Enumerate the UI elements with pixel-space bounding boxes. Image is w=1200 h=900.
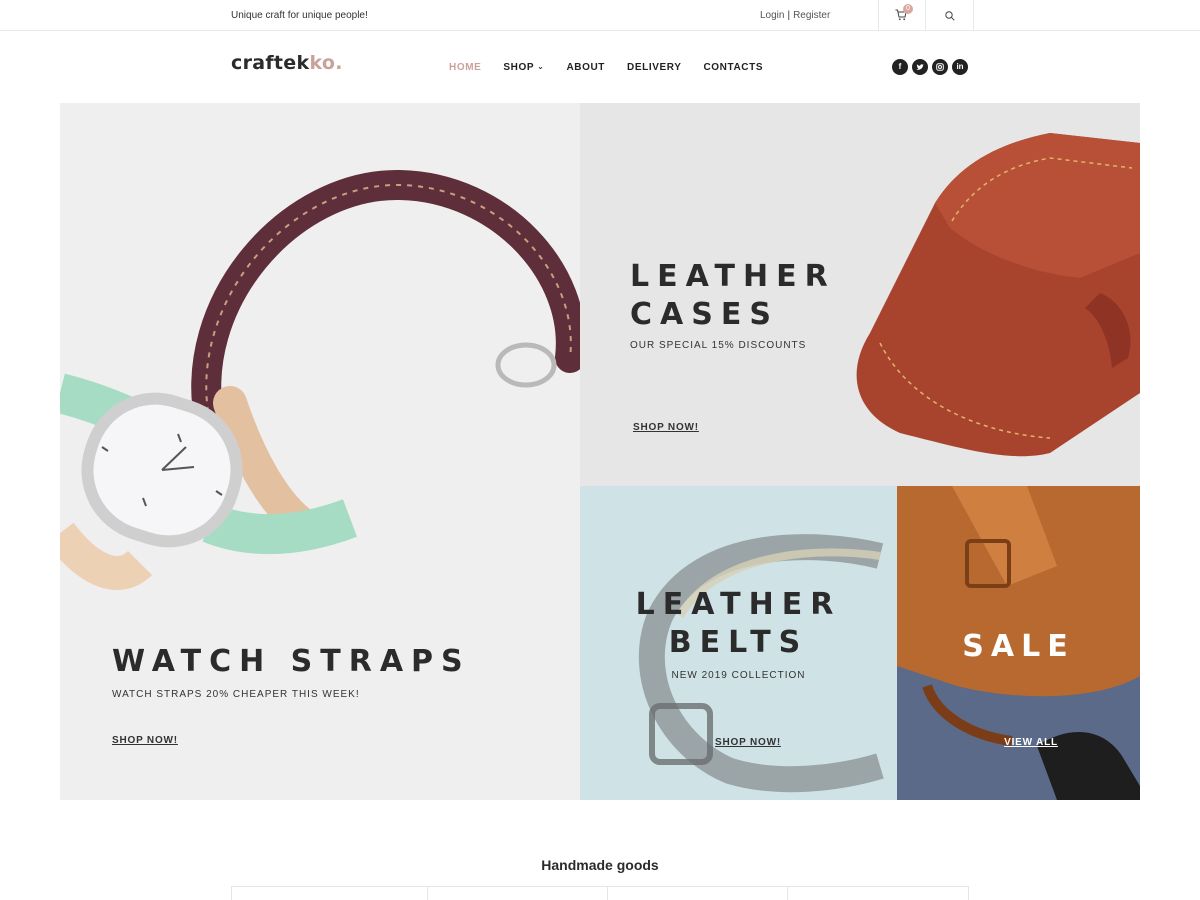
auth-links: Login | Register: [760, 10, 830, 21]
watch-straps-banner[interactable]: WATCH STRAPS WATCH STRAPS 20% CHEAPER TH…: [60, 103, 580, 800]
nav-about[interactable]: ABOUT: [566, 62, 605, 73]
logo-main: craftek: [231, 52, 310, 74]
leather-cases-banner[interactable]: LEATHER CASES OUR SPECIAL 15% DISCOUNTS …: [580, 103, 1140, 486]
nav-shop-label: SHOP: [503, 62, 535, 73]
leather-belts-title-line1: LEATHER: [635, 587, 842, 622]
main-nav: HOME SHOP ⌄ ABOUT DELIVERY CONTACTS: [449, 62, 785, 73]
leather-belts-banner[interactable]: LEATHER BELTS NEW 2019 COLLECTION SHOP N…: [580, 486, 897, 800]
sale-banner[interactable]: SALE VIEW ALL: [897, 486, 1140, 800]
chevron-down-icon: ⌄: [537, 62, 545, 71]
social-links: f in: [892, 59, 968, 75]
leather-cases-title-line1: LEATHER: [630, 259, 836, 294]
section-title: Handmade goods: [541, 857, 659, 873]
nav-home[interactable]: HOME: [449, 62, 481, 73]
category-tabs: [231, 886, 969, 900]
watch-straps-title: WATCH STRAPS: [112, 644, 471, 679]
nav-contacts[interactable]: CONTACTS: [703, 62, 763, 73]
search-button[interactable]: [926, 0, 974, 31]
leather-cases-title: LEATHER CASES: [630, 258, 836, 334]
nav-shop[interactable]: SHOP ⌄: [503, 62, 544, 73]
watch-straps-subtitle: WATCH STRAPS 20% CHEAPER THIS WEEK!: [112, 689, 360, 700]
linkedin-icon[interactable]: in: [952, 59, 968, 75]
leather-belts-title: LEATHER BELTS: [580, 586, 897, 662]
login-link[interactable]: Login: [760, 10, 784, 21]
leather-cases-title-line2: CASES: [630, 297, 779, 332]
leather-belts-shop-now-link[interactable]: SHOP NOW!: [580, 737, 897, 748]
leather-cases-shop-now-link[interactable]: SHOP NOW!: [633, 422, 699, 433]
facebook-icon[interactable]: f: [892, 59, 908, 75]
register-link[interactable]: Register: [793, 10, 830, 21]
auth-separator: |: [787, 10, 791, 21]
leather-belts-title-line2: BELTS: [668, 625, 809, 660]
instagram-icon[interactable]: [932, 59, 948, 75]
category-tab[interactable]: [428, 887, 608, 900]
watch-straps-shop-now-link[interactable]: SHOP NOW!: [112, 735, 178, 746]
category-tab[interactable]: [232, 887, 429, 900]
category-tab[interactable]: [608, 887, 788, 900]
leather-belts-subtitle: NEW 2019 COLLECTION: [671, 670, 806, 681]
hero-banner: WATCH STRAPS WATCH STRAPS 20% CHEAPER TH…: [60, 103, 1140, 800]
nav-delivery[interactable]: DELIVERY: [627, 62, 681, 73]
cart-button[interactable]: 0: [878, 0, 926, 31]
cart-count-badge: 0: [903, 4, 913, 14]
top-bar: Unique craft for unique people! Login | Re…: [0, 0, 1200, 31]
logo[interactable]: craftekko.: [231, 52, 343, 74]
leather-cases-subtitle: OUR SPECIAL 15% DISCOUNTS: [630, 340, 807, 351]
tagline: Unique craft for unique people!: [231, 10, 368, 21]
sale-view-all-link[interactable]: VIEW ALL: [897, 737, 1140, 748]
sale-title: SALE: [962, 629, 1075, 664]
twitter-icon[interactable]: [912, 59, 928, 75]
category-tab[interactable]: [788, 887, 969, 900]
logo-accent: ko.: [309, 52, 343, 74]
search-icon: [945, 11, 955, 21]
